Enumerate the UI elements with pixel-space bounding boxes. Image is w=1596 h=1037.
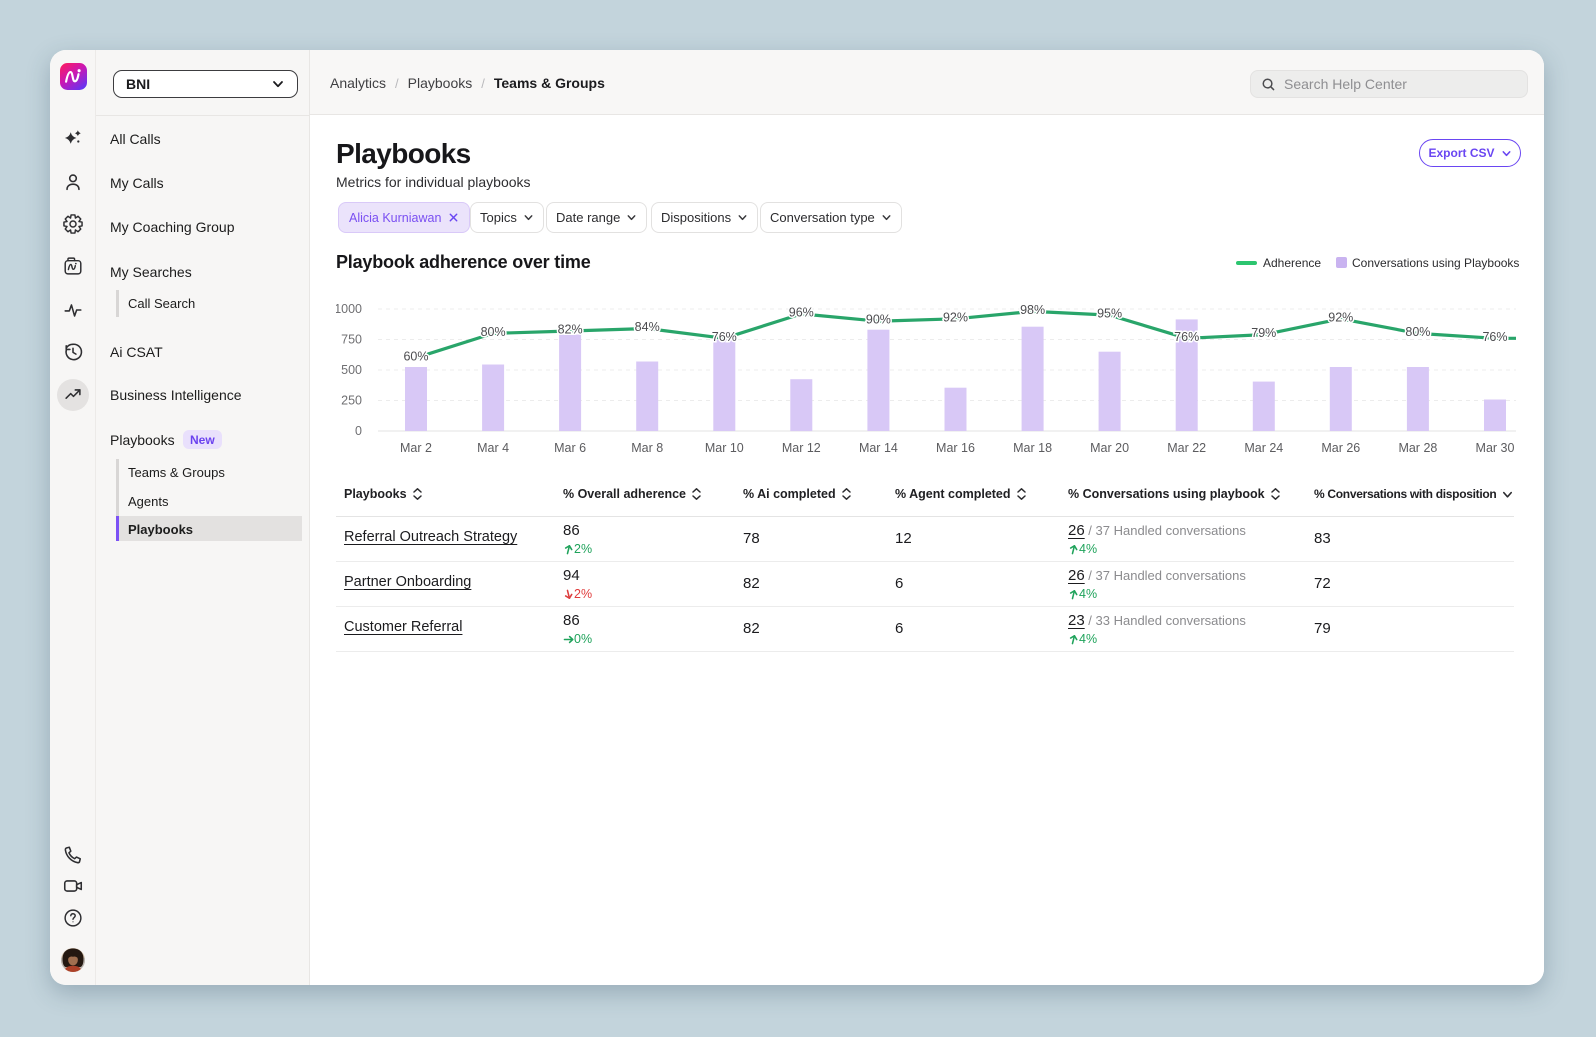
svg-text:76%: 76% (712, 330, 737, 344)
svg-text:500: 500 (341, 363, 362, 377)
svg-text:Mar 14: Mar 14 (859, 441, 898, 455)
svg-text:Mar 22: Mar 22 (1167, 441, 1206, 455)
svg-text:Mar 4: Mar 4 (477, 441, 509, 455)
svg-text:90%: 90% (866, 313, 891, 327)
svg-text:60%: 60% (403, 349, 428, 363)
svg-text:Mar 30: Mar 30 (1476, 441, 1515, 455)
svg-text:Mar 18: Mar 18 (1013, 441, 1052, 455)
svg-text:Mar 10: Mar 10 (705, 441, 744, 455)
svg-text:92%: 92% (943, 310, 968, 324)
svg-text:750: 750 (341, 333, 362, 347)
svg-text:Mar 8: Mar 8 (631, 441, 663, 455)
svg-text:0: 0 (355, 424, 362, 438)
svg-text:92%: 92% (1328, 310, 1353, 324)
svg-text:1000: 1000 (336, 302, 362, 316)
svg-text:82%: 82% (558, 323, 583, 337)
svg-text:95%: 95% (1097, 307, 1122, 321)
svg-text:76%: 76% (1174, 330, 1199, 344)
svg-text:Mar 12: Mar 12 (782, 441, 821, 455)
svg-text:84%: 84% (635, 320, 660, 334)
svg-text:Mar 20: Mar 20 (1090, 441, 1129, 455)
svg-text:Mar 28: Mar 28 (1398, 441, 1437, 455)
svg-text:Mar 6: Mar 6 (554, 441, 586, 455)
svg-text:76%: 76% (1482, 330, 1507, 344)
svg-text:79%: 79% (1251, 326, 1276, 340)
svg-text:96%: 96% (789, 305, 814, 319)
svg-text:98%: 98% (1020, 303, 1045, 317)
svg-text:Mar 26: Mar 26 (1321, 441, 1360, 455)
svg-text:Mar 16: Mar 16 (936, 441, 975, 455)
svg-text:250: 250 (341, 394, 362, 408)
svg-text:80%: 80% (1405, 325, 1430, 339)
svg-text:Mar 2: Mar 2 (400, 441, 432, 455)
svg-text:80%: 80% (481, 325, 506, 339)
svg-text:Mar 24: Mar 24 (1244, 441, 1283, 455)
